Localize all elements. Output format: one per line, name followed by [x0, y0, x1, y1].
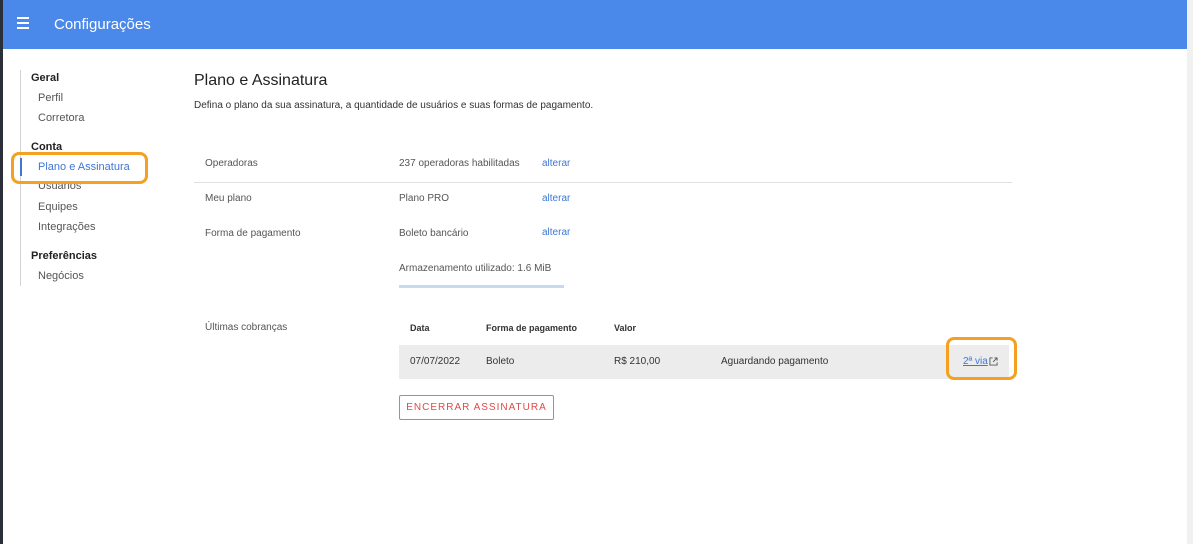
operadoras-label: Operadoras	[205, 158, 258, 169]
highlight-segunda-via	[946, 337, 1017, 380]
pagamento-value: Boleto bancário	[399, 228, 469, 239]
operadoras-alterar-link[interactable]: alterar	[542, 158, 570, 169]
column-header-data: Data	[410, 323, 430, 333]
window-right-edge	[1187, 0, 1193, 544]
ultimas-cobrancas-label: Últimas cobranças	[205, 322, 288, 333]
page-title: Plano e Assinatura	[194, 72, 328, 89]
row-amount: R$ 210,00	[614, 356, 661, 367]
top-app-bar: Configurações	[3, 0, 1187, 49]
sidebar-item-equipes[interactable]: Equipes	[38, 201, 78, 213]
sidebar-item-corretora[interactable]: Corretora	[38, 112, 84, 124]
hamburger-menu-icon[interactable]	[17, 17, 29, 31]
row-date: 07/07/2022	[410, 356, 461, 367]
plano-value: Plano PRO	[399, 193, 450, 204]
pagamento-label: Forma de pagamento	[205, 228, 301, 239]
storage-label: Armazenamento utilizado: 1.6 MiB	[399, 263, 552, 274]
sidebar-section-geral: Geral	[31, 72, 60, 84]
plano-alterar-link[interactable]: alterar	[542, 193, 570, 204]
table-row: 07/07/2022 Boleto R$ 210,00 Aguardando p…	[399, 345, 1009, 379]
sidebar-item-negocios[interactable]: Negócios	[38, 270, 84, 282]
sidebar-section-preferencias: Preferências	[31, 250, 98, 262]
highlight-sidebar-plano	[11, 152, 148, 184]
sidebar-item-perfil[interactable]: Perfil	[38, 92, 63, 104]
storage-usage-bar	[399, 285, 564, 288]
column-header-forma-pagamento: Forma de pagamento	[486, 323, 578, 333]
pagamento-alterar-link[interactable]: alterar	[542, 227, 570, 238]
app-title: Configurações	[54, 16, 151, 33]
column-header-valor: Valor	[614, 323, 637, 333]
page-description: Defina o plano da sua assinatura, a quan…	[194, 100, 594, 111]
section-divider	[194, 182, 1012, 183]
row-method: Boleto	[486, 356, 515, 367]
plano-label: Meu plano	[205, 193, 252, 204]
operadoras-value: 237 operadoras habilitadas	[399, 158, 520, 169]
window-left-edge	[0, 0, 3, 544]
sidebar-item-integracoes[interactable]: Integrações	[38, 221, 95, 233]
row-status: Aguardando pagamento	[721, 356, 829, 367]
encerrar-assinatura-button[interactable]: ENCERRAR ASSINATURA	[399, 395, 554, 420]
